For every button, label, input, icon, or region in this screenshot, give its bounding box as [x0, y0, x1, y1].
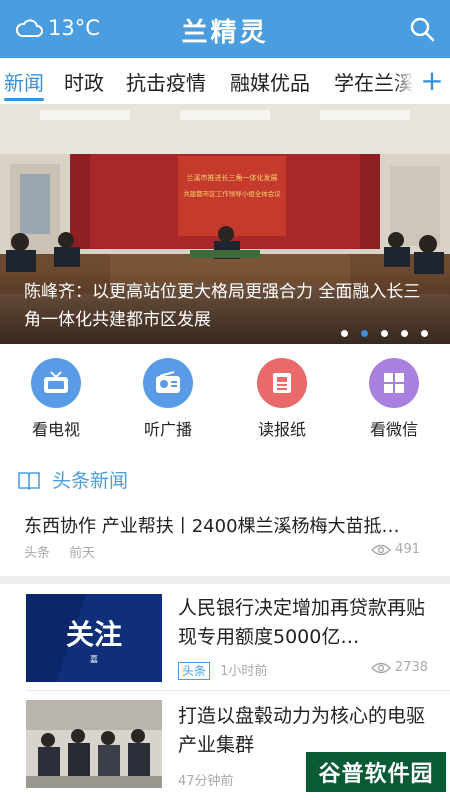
carousel-dot[interactable] — [401, 330, 408, 337]
backdrop-line-2: 共建都市区工作领导小组全体会议 — [183, 189, 281, 198]
tab-epidemic[interactable]: 抗击疫情 — [126, 67, 206, 96]
news-time: 1小时前 — [220, 664, 268, 679]
app-header: 13°C 兰精灵 — [0, 0, 450, 58]
tab-media-products[interactable]: 融媒优品 — [230, 67, 310, 96]
quick-links: 看电视 听广播 读报纸 看微信 — [0, 344, 450, 444]
quick-link-label: 听广播 — [143, 420, 192, 439]
quick-link-tv[interactable]: 看电视 — [16, 358, 96, 440]
thumbnail-subtitle: 嘉 — [90, 654, 98, 664]
book-icon — [18, 471, 40, 490]
headline-time: 前天 — [69, 546, 96, 561]
news-thumbnail: 关注 嘉 — [26, 594, 162, 682]
carousel-dot-active[interactable] — [361, 330, 368, 337]
category-tabs: 新闻 时政 抗击疫情 融媒优品 学在兰溪 + — [0, 58, 450, 104]
active-tab-indicator — [4, 98, 44, 101]
carousel-dot[interactable] — [381, 330, 388, 337]
thumbnail-title: 关注 — [66, 618, 122, 651]
headline-tag: 头条 — [24, 546, 51, 561]
quick-link-label: 看微信 — [369, 420, 418, 439]
view-count: 2738 — [370, 660, 428, 675]
radio-icon — [143, 358, 193, 408]
tv-icon — [31, 358, 81, 408]
quick-link-wechat[interactable]: 看微信 — [354, 358, 434, 440]
eye-icon — [371, 544, 392, 555]
carousel-dots — [328, 330, 428, 337]
section-divider — [0, 576, 450, 584]
section-header: 头条新闻 — [18, 466, 128, 493]
section-title: 头条新闻 — [52, 470, 129, 492]
quick-link-label: 读报纸 — [257, 420, 306, 439]
news-item[interactable]: 关注 嘉 人民银行决定增加再贷款再贴现专用额度5000亿… 头条 1小时前 27… — [0, 584, 450, 690]
carousel-dot[interactable] — [341, 330, 348, 337]
quick-link-radio[interactable]: 听广播 — [128, 358, 208, 440]
wechat-grid-icon — [369, 358, 419, 408]
quick-link-newspaper[interactable]: 读报纸 — [242, 358, 322, 440]
tab-news[interactable]: 新闻 — [4, 67, 44, 96]
tab-politics[interactable]: 时政 — [64, 67, 104, 96]
backdrop-line-1: 兰溪市推进长三角一体化发展 — [187, 173, 278, 182]
watermark: 谷普软件园 — [306, 752, 446, 792]
news-tag: 头条 — [178, 662, 211, 680]
view-count: 491 — [371, 542, 434, 557]
headline-news-item[interactable]: 东西协作 产业帮扶丨2400棵兰溪杨梅大苗抵… 头条 前天 491 — [24, 512, 434, 561]
news-time: 47分钟前 — [178, 774, 234, 789]
eye-icon — [370, 662, 391, 673]
news-thumbnail — [26, 700, 162, 788]
tabs-fade — [394, 58, 414, 104]
view-count-value: 491 — [395, 542, 420, 557]
news-title[interactable]: 人民银行决定增加再贷款再贴现专用额度5000亿… — [178, 594, 428, 652]
newspaper-icon — [257, 358, 307, 408]
banner-carousel[interactable]: 兰溪市推进长三角一体化发展 共建都市区工作领导小组全体会议 陈峰齐：以更高站位更… — [0, 104, 450, 344]
headline-meta: 头条 前天 491 — [24, 542, 434, 561]
view-count-value: 2738 — [394, 660, 428, 675]
news-meta: 头条 1小时前 2738 — [178, 660, 428, 680]
banner-title[interactable]: 陈峰齐：以更高站位更大格局更强合力 全面融入长三角一体化共建都市区发展 — [24, 278, 424, 334]
watermark-text: 谷普软件园 — [318, 762, 434, 787]
headline-title[interactable]: 东西协作 产业帮扶丨2400棵兰溪杨梅大苗抵… — [24, 512, 424, 538]
carousel-dot[interactable] — [421, 330, 428, 337]
search-icon[interactable] — [408, 15, 436, 43]
add-tab-button[interactable]: + — [414, 58, 450, 104]
app-title: 兰精灵 — [181, 18, 269, 48]
quick-link-label: 看电视 — [31, 420, 80, 439]
